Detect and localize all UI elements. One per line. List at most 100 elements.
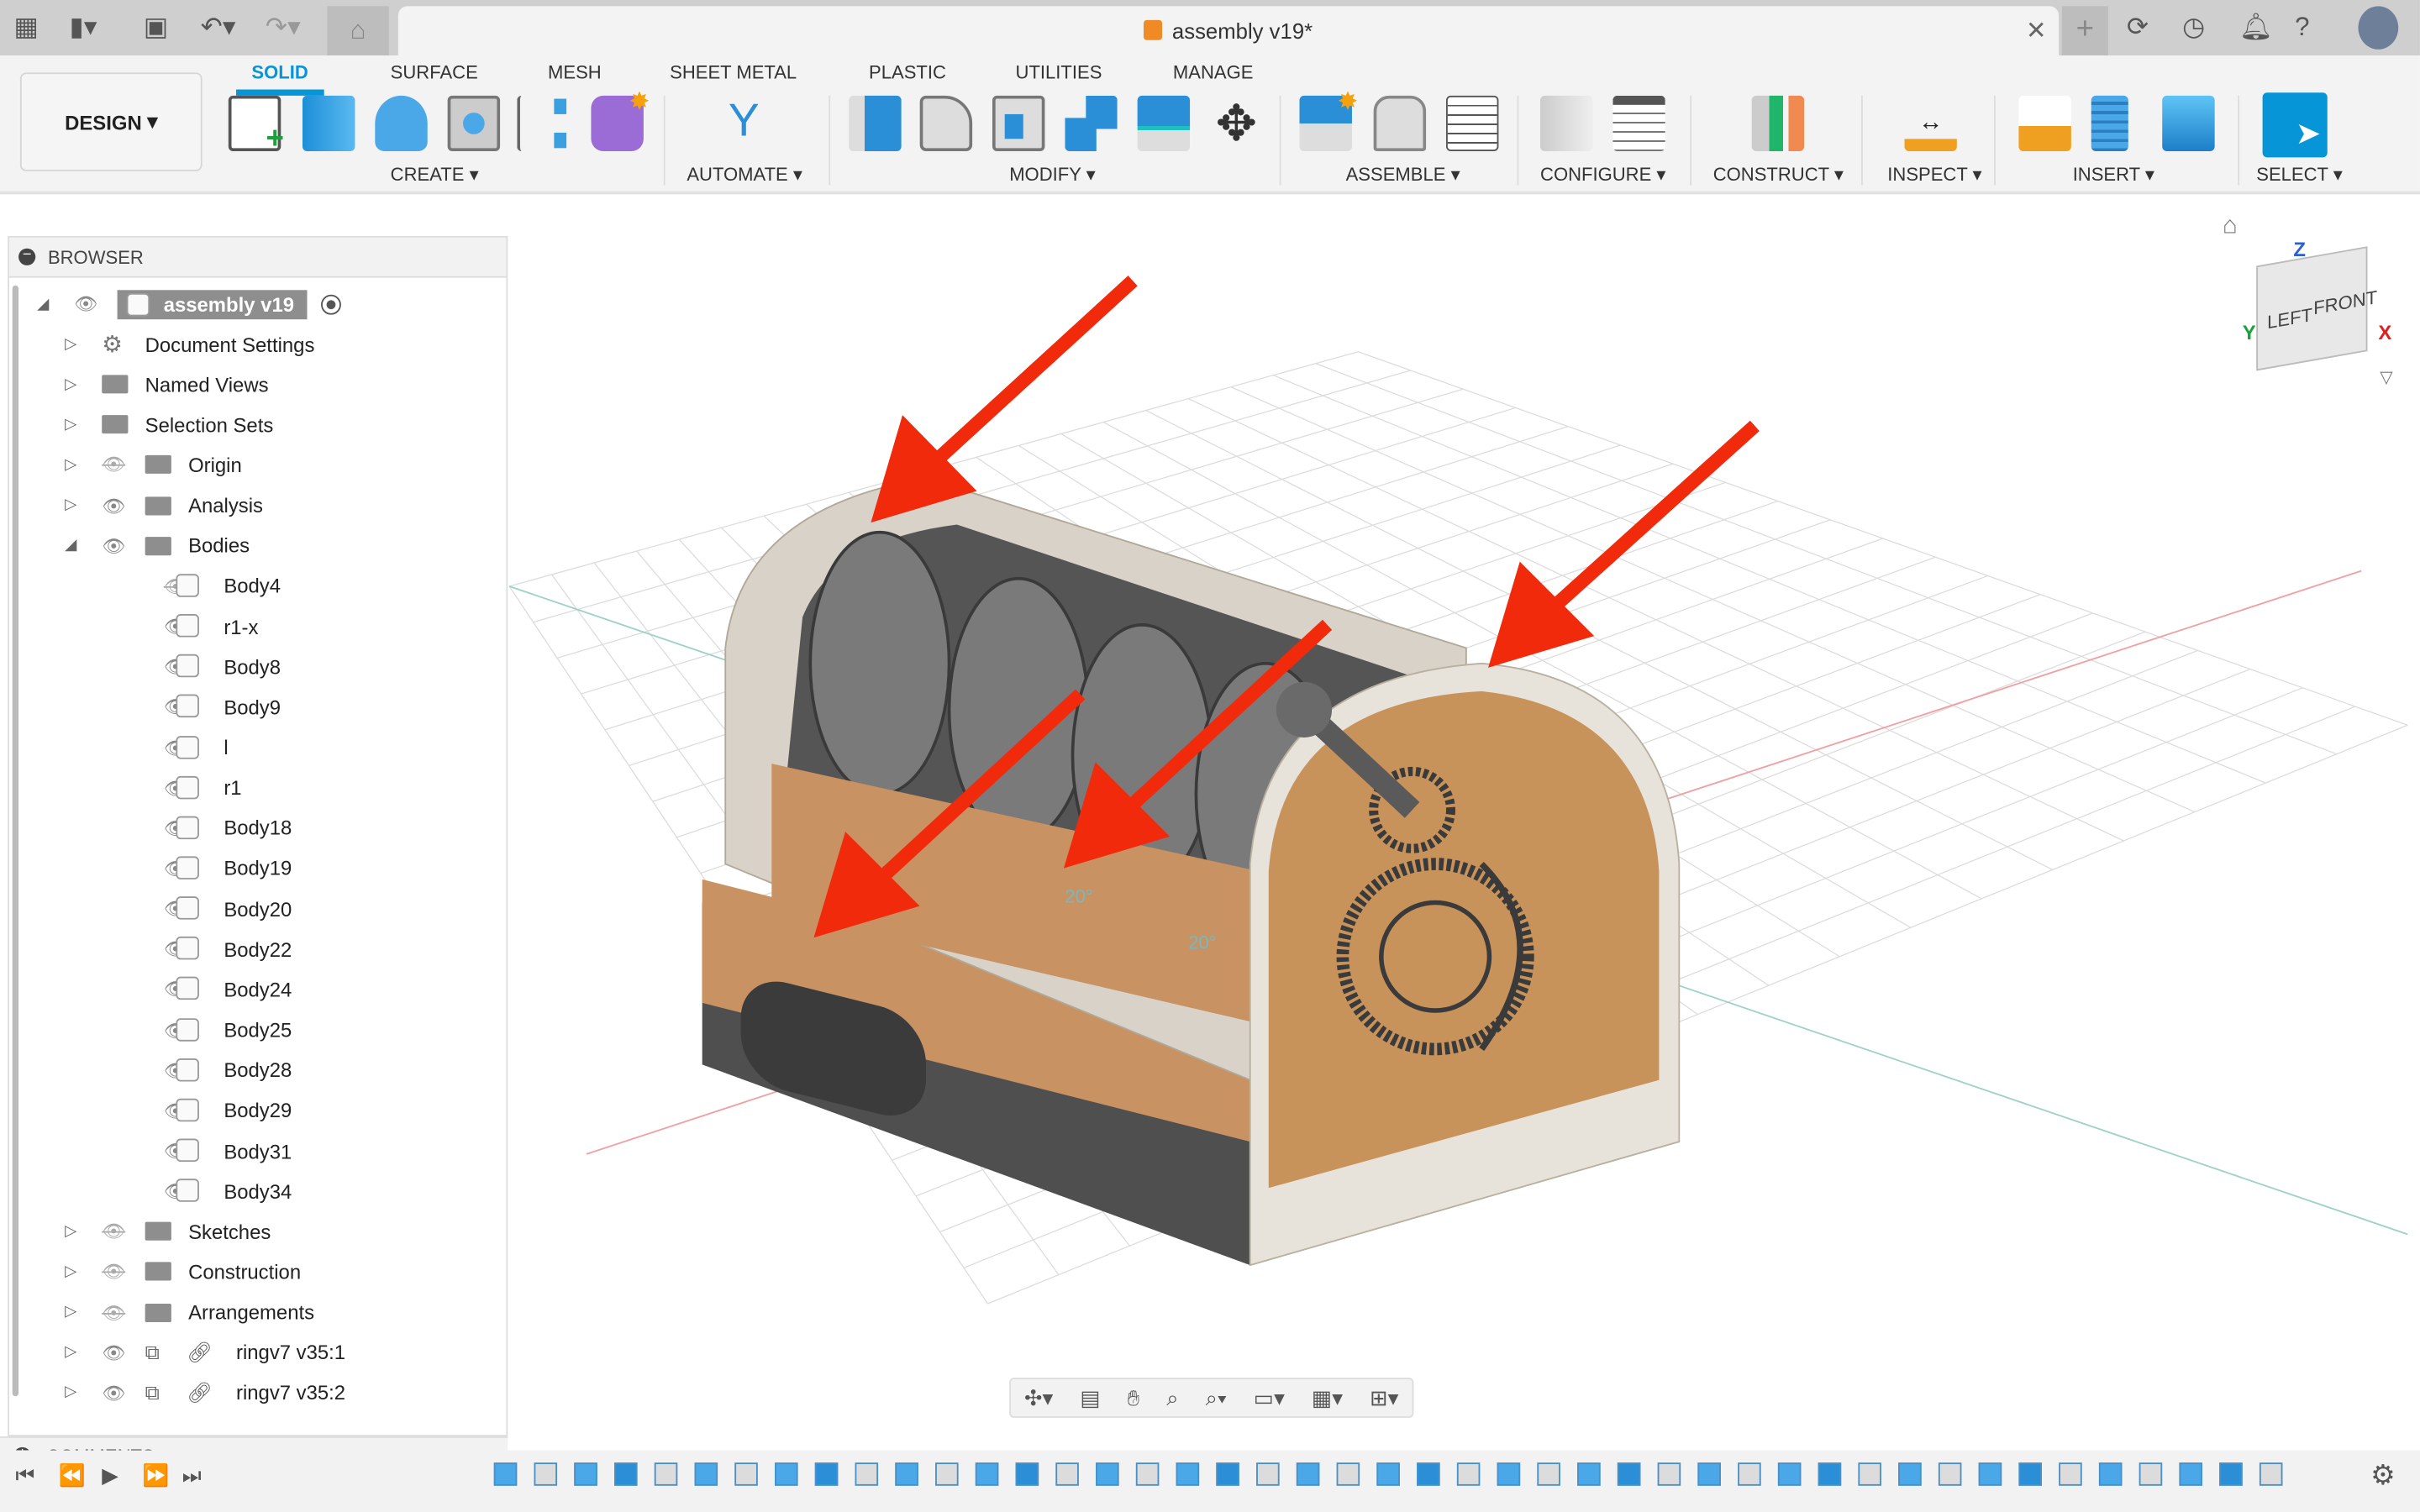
body-item[interactable]: 👁︎Body25	[9, 1010, 506, 1050]
body-item[interactable]: 👁︎Body9	[9, 687, 506, 727]
tab-mesh[interactable]: MESH	[548, 61, 602, 83]
eye-icon[interactable]: 👁︎	[102, 1382, 125, 1404]
timeline-feature-icon[interactable]	[975, 1462, 999, 1486]
press-pull-icon[interactable]	[849, 95, 902, 151]
redo-icon[interactable]: ↷▾	[266, 13, 301, 44]
fit-icon[interactable]: ⌕▾	[1206, 1384, 1227, 1410]
eye-hidden-icon[interactable]: 👁︎	[102, 1301, 125, 1323]
timeline-feature-icon[interactable]	[1938, 1462, 1962, 1486]
look-at-icon[interactable]: ▤	[1080, 1384, 1100, 1410]
extensions-icon[interactable]: ⟳	[2127, 13, 2149, 44]
eye-icon[interactable]: 👁︎	[102, 535, 125, 557]
expand-triangle-icon[interactable]: ▷	[65, 1263, 76, 1280]
timeline-feature-icon[interactable]	[1096, 1462, 1119, 1486]
expand-triangle-icon[interactable]: ▷	[65, 417, 76, 433]
body-item[interactable]: 👁︎Body18	[9, 808, 506, 848]
collapse-triangle-icon[interactable]: ◢	[37, 296, 49, 312]
browser-item[interactable]: ▷ 👁︎ Arrangements	[9, 1292, 506, 1332]
timeline-first-icon[interactable]: ⏮	[15, 1462, 34, 1488]
profile-avatar[interactable]	[2358, 6, 2399, 50]
viewcube[interactable]: LEFT FRONT	[2256, 246, 2377, 371]
body-item[interactable]: 👁︎r1	[9, 768, 506, 808]
timeline-feature-icon[interactable]	[1657, 1462, 1681, 1486]
timeline-prev-icon[interactable]: ⏪	[59, 1462, 86, 1488]
eye-hidden-icon[interactable]: 👁︎	[102, 1261, 125, 1283]
body-item[interactable]: 👁︎Body24	[9, 969, 506, 1010]
collapse-triangle-icon[interactable]: ◢	[65, 538, 76, 554]
browser-item[interactable]: ▷ 👁︎ Origin	[9, 445, 506, 486]
timeline-feature-icon[interactable]	[2219, 1462, 2243, 1486]
timeline-feature-icon[interactable]	[1497, 1462, 1521, 1486]
timeline-feature-icon[interactable]	[1296, 1462, 1320, 1486]
eye-icon[interactable]: 👁︎	[74, 293, 97, 315]
timeline-settings-icon[interactable]: ⚙	[2370, 1460, 2396, 1493]
timeline-feature-icon[interactable]	[2098, 1462, 2123, 1486]
browser-item[interactable]: ▷ 👁︎ ⧉ 🔗︎ ringv7 v35:1	[9, 1332, 506, 1373]
body-item[interactable]: 👁︎r1-x	[9, 606, 506, 647]
close-tab-icon[interactable]: ✕	[2026, 15, 2047, 46]
select-icon[interactable]: ➤	[2262, 92, 2328, 158]
timeline-feature-icon[interactable]	[1537, 1462, 1560, 1486]
split-body-icon[interactable]	[1137, 95, 1191, 151]
browser-root[interactable]: ◢ 👁︎ assembly v19	[9, 284, 506, 324]
timeline-play-icon[interactable]: ▶	[102, 1462, 118, 1488]
timeline-feature-icon[interactable]	[814, 1462, 839, 1486]
browser-item[interactable]: ▷ 👁︎ Construction	[9, 1252, 506, 1292]
body-item[interactable]: 👁︎Body31	[9, 1131, 506, 1171]
timeline-feature-icon[interactable]	[1617, 1462, 1641, 1486]
move-copy-icon[interactable]: ✥	[1210, 96, 1262, 151]
extrude-icon[interactable]	[302, 95, 355, 151]
insert-canvas-icon[interactable]	[2162, 95, 2215, 151]
collapse-icon[interactable]: −	[18, 248, 36, 265]
timeline-last-icon[interactable]: ⏭	[182, 1462, 202, 1488]
timeline-feature-icon[interactable]	[2018, 1462, 2042, 1486]
construct-menu[interactable]: CONSTRUCT ▾	[1713, 164, 1844, 186]
assemble-menu[interactable]: ASSEMBLE ▾	[1346, 164, 1460, 186]
browser-item[interactable]: ▷ Named Views	[9, 365, 506, 405]
tab-solid[interactable]: SOLID	[236, 61, 324, 96]
timeline-feature-icon[interactable]	[935, 1462, 959, 1486]
automate-menu[interactable]: AUTOMATE ▾	[687, 164, 802, 186]
timeline-feature-icon[interactable]	[2259, 1462, 2283, 1486]
timeline-next-icon[interactable]: ⏩	[142, 1462, 169, 1488]
expand-triangle-icon[interactable]: ▷	[65, 1223, 76, 1240]
timeline-feature-icon[interactable]	[895, 1462, 918, 1486]
insert-svg-icon[interactable]	[2018, 95, 2071, 151]
configure-icon[interactable]	[1540, 95, 1593, 151]
timeline-feature-icon[interactable]	[2179, 1462, 2202, 1486]
file-icon[interactable]: ▮▾	[70, 13, 97, 44]
tab-utilities[interactable]: UTILITIES	[1016, 61, 1102, 83]
create-menu[interactable]: CREATE ▾	[391, 164, 479, 186]
timeline-feature-icon[interactable]	[654, 1462, 678, 1486]
eye-icon[interactable]: 👁︎	[102, 1341, 125, 1363]
timeline-feature-icon[interactable]	[1176, 1462, 1200, 1486]
timeline-feature-icon[interactable]	[1135, 1462, 1160, 1486]
eye-icon[interactable]: 👁︎	[102, 495, 125, 517]
bill-of-materials-icon[interactable]	[1445, 95, 1499, 151]
timeline-feature-icon[interactable]	[1256, 1462, 1280, 1486]
timeline-feature-icon[interactable]	[1015, 1462, 1039, 1486]
automate-icon[interactable]: Y	[718, 96, 770, 151]
body-item[interactable]: 👁︎Body34	[9, 1171, 506, 1211]
browser-item[interactable]: ▷ 👁︎ Sketches	[9, 1211, 506, 1252]
tab-surface[interactable]: SURFACE	[391, 61, 478, 83]
home-view-icon[interactable]: ⌂	[2223, 213, 2238, 240]
body-item[interactable]: 👁︎Body22	[9, 929, 506, 969]
zoom-icon[interactable]: ⌕	[1166, 1384, 1178, 1410]
body-item[interactable]: 👁︎Body29	[9, 1090, 506, 1131]
timeline-feature-icon[interactable]	[1738, 1462, 1761, 1486]
browser-scrollbar[interactable]	[12, 285, 19, 1397]
measure-icon[interactable]: ↔	[1904, 96, 1957, 151]
expand-triangle-icon[interactable]: ▷	[65, 335, 76, 352]
timeline-feature-icon[interactable]	[534, 1462, 558, 1486]
timeline-feature-icon[interactable]	[775, 1462, 798, 1486]
hole-icon[interactable]	[447, 95, 501, 151]
create-sketch-icon[interactable]: +	[228, 95, 284, 156]
document-tab[interactable]: assembly v19* ✕	[397, 6, 2060, 56]
display-settings-icon[interactable]: ▭▾	[1254, 1384, 1285, 1410]
pan-icon[interactable]: ✋︎	[1128, 1384, 1140, 1410]
select-menu[interactable]: SELECT ▾	[2256, 164, 2343, 186]
orbit-icon[interactable]: ✣▾	[1024, 1384, 1053, 1410]
new-tab-icon[interactable]: +	[2061, 6, 2108, 56]
tab-sheet-metal[interactable]: SHEET METAL	[670, 61, 797, 83]
